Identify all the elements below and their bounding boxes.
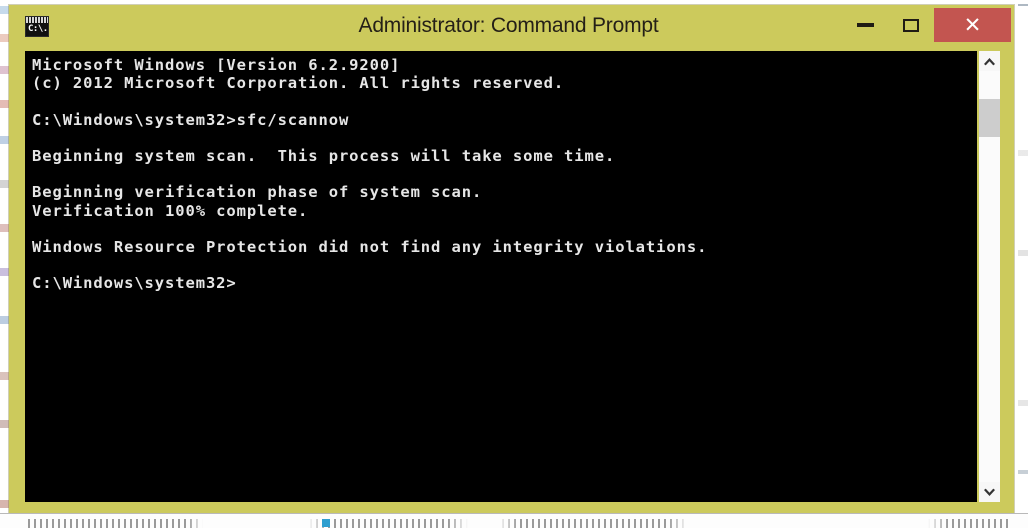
close-icon: ✕ [963, 13, 982, 37]
chevron-down-icon [984, 488, 995, 496]
command-prompt-icon: C:\. [25, 16, 49, 37]
console-output-area[interactable]: Microsoft Windows [Version 6.2.9200] (c)… [25, 51, 977, 502]
console-scrollbar[interactable] [979, 51, 1000, 502]
command-prompt-window: C:\. Administrator: Command Prompt ✕ Mic… [9, 5, 1014, 517]
maximize-icon [903, 18, 919, 32]
console-output-text: Microsoft Windows [Version 6.2.9200] (c)… [32, 56, 708, 293]
minimize-icon [856, 23, 874, 27]
close-button[interactable]: ✕ [934, 8, 1011, 42]
maximize-button[interactable] [888, 8, 934, 42]
scrollbar-down-button[interactable] [979, 482, 1000, 502]
scrollbar-thumb[interactable] [979, 99, 1000, 137]
window-controls: ✕ [842, 8, 1011, 42]
taskbar-glyphs [28, 519, 1008, 528]
console-frame: Microsoft Windows [Version 6.2.9200] (c)… [17, 46, 1006, 508]
title-bar[interactable]: C:\. Administrator: Command Prompt ✕ [9, 5, 1014, 46]
scrollbar-up-button[interactable] [979, 51, 1000, 71]
command-prompt-icon-titlestrip [26, 17, 48, 23]
taskbar-accent-icon [322, 519, 330, 527]
command-prompt-icon-label: C:\. [28, 24, 48, 34]
background-right-edge [1018, 0, 1028, 528]
taskbar-sliver[interactable] [0, 513, 1028, 528]
chevron-up-icon [984, 57, 995, 65]
scrollbar-track[interactable] [979, 71, 1000, 482]
minimize-button[interactable] [842, 8, 888, 42]
